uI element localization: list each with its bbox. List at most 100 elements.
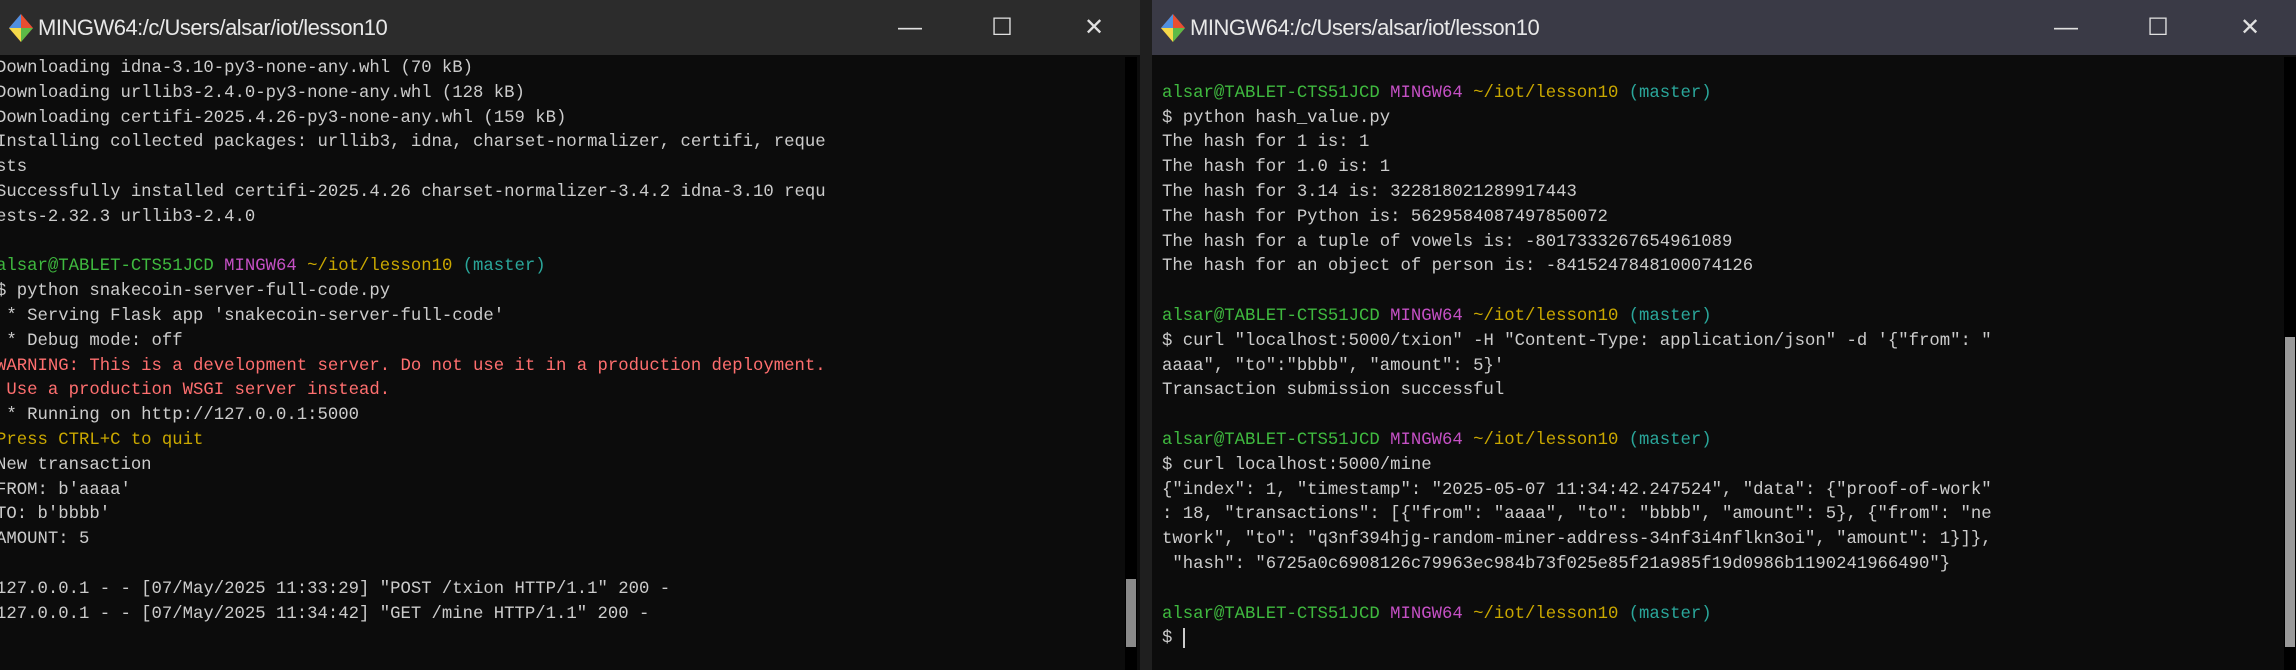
minimize-button[interactable]: — — [864, 0, 956, 55]
terminal-line: * Debug mode: off — [0, 330, 1124, 355]
terminal-line: * Running on http://127.0.0.1:5000 — [0, 404, 1124, 429]
terminal-text-segment: AMOUNT: 5 — [0, 530, 90, 550]
terminal-line: WARNING: This is a development server. D… — [0, 355, 1124, 380]
terminal-line: 127.0.0.1 - - [07/May/2025 11:34:42] "GE… — [0, 603, 1124, 628]
terminal-text-segment: alsar@TABLET-CTS51JCD — [1162, 430, 1380, 450]
window-title: MINGW64:/c/Users/alsar/iot/lesson10 — [38, 14, 388, 40]
title-bar[interactable]: MINGW64:/c/Users/alsar/iot/lesson10 — ☐ … — [1152, 0, 2296, 55]
maximize-button[interactable]: ☐ — [956, 0, 1048, 55]
terminal-text-segment: * Debug mode: off — [0, 331, 183, 351]
terminal-text-segment: ~/iot/lesson10 — [1473, 430, 1619, 450]
terminal-text-segment: Press CTRL+C to quit — [0, 430, 204, 450]
terminal-line: alsar@TABLET-CTS51JCD MINGW64 ~/iot/less… — [1162, 603, 2280, 628]
terminal-output[interactable]: Downloading idna-3.10-py3-none-any.whl (… — [0, 57, 1124, 670]
terminal-text-segment: The hash for Python is: 5629584087497850… — [1162, 207, 1608, 227]
terminal-text-segment: "hash": "6725a0c6908126c79963ec984b73f02… — [1162, 554, 1951, 574]
terminal-line: alsar@TABLET-CTS51JCD MINGW64 ~/iot/less… — [1162, 82, 2280, 107]
terminal-text-segment: alsar@TABLET-CTS51JCD — [1162, 306, 1380, 326]
terminal-line: Transaction submission successful — [1162, 379, 2280, 404]
terminal-text-segment: alsar@TABLET-CTS51JCD — [0, 257, 214, 277]
terminal-line: New transaction — [0, 454, 1124, 479]
terminal-line: Installing collected packages: urllib3, … — [0, 131, 1124, 156]
terminal-line: $ — [1162, 627, 2280, 652]
terminal-text-segment: $ curl "localhost:5000/txion" -H "Conten… — [1162, 331, 1992, 351]
terminal-line: TO: b'bbbb' — [0, 503, 1124, 528]
terminal-text-segment: The hash for a tuple of vowels is: -8017… — [1162, 232, 1733, 252]
terminal-line: The hash for a tuple of vowels is: -8017… — [1162, 231, 2280, 256]
terminal-text-segment: FROM: b'aaaa' — [0, 480, 131, 500]
terminal-line: alsar@TABLET-CTS51JCD MINGW64 ~/iot/less… — [1162, 305, 2280, 330]
scrollbar[interactable] — [1125, 57, 1137, 670]
scrollbar-thumb[interactable] — [1126, 579, 1136, 647]
minimize-button[interactable]: — — [2020, 0, 2112, 55]
terminal-text-segment: $ — [1162, 629, 1183, 649]
terminal-output[interactable]: alsar@TABLET-CTS51JCD MINGW64 ~/iot/less… — [1162, 57, 2280, 670]
title-bar[interactable]: MINGW64:/c/Users/alsar/iot/lesson10 — ☐ … — [0, 0, 1140, 55]
terminal-line: alsar@TABLET-CTS51JCD MINGW64 ~/iot/less… — [0, 255, 1124, 280]
terminal-line: aaaa", "to":"bbbb", "amount": 5}' — [1162, 355, 2280, 380]
terminal-text-segment: {"index": 1, "timestamp": "2025-05-07 11… — [1162, 480, 1992, 500]
terminal-text-segment: 127.0.0.1 - - [07/May/2025 11:34:42] "GE… — [0, 604, 650, 624]
terminal-window-left[interactable]: MINGW64:/c/Users/alsar/iot/lesson10 — ☐ … — [0, 0, 1140, 670]
terminal-text-segment: The hash for 1 is: 1 — [1162, 133, 1370, 153]
terminal-line: The hash for an object of person is: -84… — [1162, 255, 2280, 280]
terminal-text-segment: MINGW64 — [1390, 604, 1463, 624]
terminal-text-segment: MINGW64 — [1390, 306, 1463, 326]
terminal-line: Successfully installed certifi-2025.4.26… — [0, 181, 1124, 206]
close-button[interactable]: ✕ — [2204, 0, 2296, 55]
terminal-line: twork", "to": "q3nf394hjg-random-miner-a… — [1162, 528, 2280, 553]
terminal-text-segment: The hash for an object of person is: -84… — [1162, 257, 1754, 277]
terminal-line: AMOUNT: 5 — [0, 528, 1124, 553]
terminal-text-segment: The hash for 3.14 is: 322818021289917443 — [1162, 182, 1577, 202]
terminal-text-segment: The hash for 1.0 is: 1 — [1162, 158, 1391, 178]
terminal-text-segment: : 18, "transactions": [{"from": "aaaa", … — [1162, 505, 1992, 525]
terminal-text-segment: $ curl localhost:5000/mine — [1162, 455, 1432, 475]
terminal-line: alsar@TABLET-CTS51JCD MINGW64 ~/iot/less… — [1162, 429, 2280, 454]
terminal-window-right[interactable]: MINGW64:/c/Users/alsar/iot/lesson10 — ☐ … — [1152, 0, 2296, 670]
terminal-line: Downloading urllib3-2.4.0-py3-none-any.w… — [0, 82, 1124, 107]
terminal-line: "hash": "6725a0c6908126c79963ec984b73f02… — [1162, 553, 2280, 578]
terminal-text-segment: MINGW64 — [1390, 83, 1463, 103]
git-bash-icon — [9, 13, 33, 42]
terminal-line: The hash for Python is: 5629584087497850… — [1162, 206, 2280, 231]
terminal-text-segment: Use a production WSGI server instead. — [0, 381, 391, 401]
terminal-text-segment: alsar@TABLET-CTS51JCD — [1162, 604, 1380, 624]
terminal-line: FROM: b'aaaa' — [0, 479, 1124, 504]
scrollbar-thumb[interactable] — [2285, 337, 2295, 647]
terminal-line: : 18, "transactions": [{"from": "aaaa", … — [1162, 503, 2280, 528]
maximize-button[interactable]: ☐ — [2112, 0, 2204, 55]
text-cursor — [1182, 627, 1185, 648]
terminal-text-segment: sts — [0, 158, 28, 178]
terminal-text-segment: Downloading certifi-2025.4.26-py3-none-a… — [0, 108, 567, 128]
terminal-text-segment: Installing collected packages: urllib3, … — [0, 133, 826, 153]
terminal-text-segment: ~/iot/lesson10 — [307, 257, 453, 277]
git-bash-icon — [1161, 13, 1185, 42]
terminal-text-segment: ~/iot/lesson10 — [1473, 83, 1619, 103]
terminal-line: ests-2.32.3 urllib3-2.4.0 — [0, 206, 1124, 231]
close-button[interactable]: ✕ — [1048, 0, 1140, 55]
terminal-line: $ curl localhost:5000/mine — [1162, 454, 2280, 479]
terminal-line: Use a production WSGI server instead. — [0, 379, 1124, 404]
terminal-text-segment: (master) — [1628, 306, 1712, 326]
terminal-line: Downloading certifi-2025.4.26-py3-none-a… — [0, 107, 1124, 132]
terminal-line: The hash for 1 is: 1 — [1162, 131, 2280, 156]
terminal-text-segment: aaaa", "to":"bbbb", "amount": 5}' — [1162, 356, 1505, 376]
scrollbar[interactable] — [2284, 57, 2296, 670]
terminal-text-segment: MINGW64 — [224, 257, 297, 277]
terminal-line: The hash for 3.14 is: 322818021289917443 — [1162, 181, 2280, 206]
